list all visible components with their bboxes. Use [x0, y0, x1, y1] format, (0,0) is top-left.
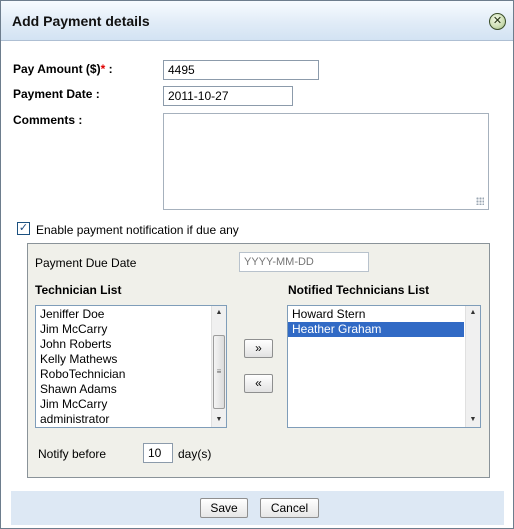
enable-notification-label: Enable payment notification if due any — [36, 223, 239, 237]
list-item[interactable]: Jeniffer Doe — [36, 307, 226, 322]
dialog-footer: Save Cancel — [11, 491, 504, 525]
days-label: day(s) — [178, 447, 212, 461]
list-item[interactable]: Jim McCarry — [36, 397, 226, 412]
technician-scrollbar[interactable]: ▲ ≡ ▼ — [211, 306, 226, 427]
pay-amount-input[interactable] — [163, 60, 319, 80]
dialog-title: Add Payment details — [12, 13, 150, 29]
cancel-button[interactable]: Cancel — [260, 498, 319, 518]
list-item[interactable]: Howard Stern — [288, 307, 464, 322]
notification-panel: Payment Due Date Technician List Notifie… — [27, 243, 490, 478]
comments-textarea[interactable] — [163, 113, 489, 210]
payment-date-input[interactable] — [163, 86, 293, 106]
remove-technician-button[interactable]: « — [244, 374, 273, 393]
technician-listbox[interactable]: Jeniffer Doe Jim McCarry John Roberts Ke… — [35, 305, 227, 428]
add-technician-button[interactable]: » — [244, 339, 273, 358]
payment-due-date-input[interactable] — [239, 252, 369, 272]
scroll-down-icon[interactable]: ▼ — [212, 413, 226, 427]
notify-before-label: Notify before — [38, 447, 107, 461]
pay-amount-label-text: Pay Amount ($) — [13, 62, 101, 76]
scroll-up-icon[interactable]: ▲ — [466, 306, 480, 320]
pay-amount-colon: : — [108, 62, 113, 76]
list-item[interactable]: administrator — [36, 412, 226, 427]
resize-grip-icon[interactable] — [476, 197, 484, 205]
scroll-down-icon[interactable]: ▼ — [466, 413, 480, 427]
payment-date-label: Payment Date : — [13, 87, 100, 101]
notified-listbox[interactable]: Howard Stern Heather Graham ▲ ▼ — [287, 305, 481, 428]
add-payment-dialog: Add Payment details ✕ Pay Amount ($)* : … — [0, 0, 514, 529]
enable-notification-checkbox[interactable]: ✓ — [17, 222, 30, 235]
scroll-thumb[interactable]: ≡ — [213, 335, 225, 409]
list-item[interactable]: Shawn Adams — [36, 382, 226, 397]
scroll-up-icon[interactable]: ▲ — [212, 306, 226, 320]
close-icon[interactable]: ✕ — [489, 13, 506, 30]
notified-list-title: Notified Technicians List — [288, 283, 430, 297]
list-item[interactable]: RoboTechnician — [36, 367, 226, 382]
technician-list-title: Technician List — [35, 283, 122, 297]
notified-scrollbar[interactable]: ▲ ▼ — [465, 306, 480, 427]
list-item[interactable]: John Roberts — [36, 337, 226, 352]
pay-amount-label: Pay Amount ($)* : — [13, 62, 113, 76]
list-item[interactable]: Jim McCarry — [36, 322, 226, 337]
payment-due-date-label: Payment Due Date — [35, 256, 137, 270]
required-marker: * — [100, 62, 106, 76]
list-item-selected[interactable]: Heather Graham — [288, 322, 464, 337]
dialog-title-bar: Add Payment details ✕ — [1, 1, 513, 41]
notify-before-input[interactable] — [143, 443, 173, 463]
list-item[interactable]: Kelly Mathews — [36, 352, 226, 367]
comments-label: Comments : — [13, 113, 83, 127]
save-button[interactable]: Save — [200, 498, 248, 518]
